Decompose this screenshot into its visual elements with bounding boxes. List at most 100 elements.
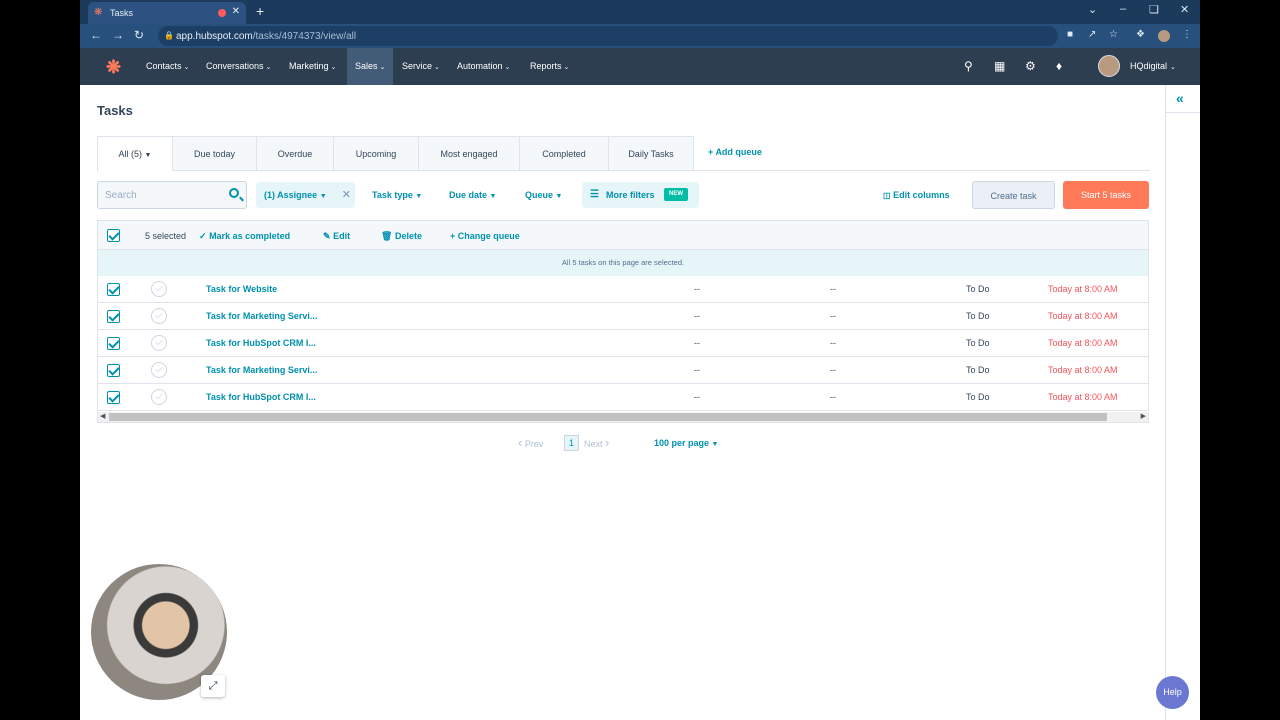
notifications-bell-icon[interactable]: ♦ bbox=[1056, 59, 1062, 73]
task-name-link[interactable]: Task for HubSpot CRM I... bbox=[206, 384, 316, 411]
settings-gear-icon[interactable]: ⚙ bbox=[1025, 59, 1036, 73]
queue-filter[interactable]: Queue ▼ bbox=[525, 181, 562, 209]
remove-filter-icon[interactable]: ✕ bbox=[342, 182, 351, 208]
add-queue-button[interactable]: + Add queue bbox=[708, 147, 762, 157]
marketplace-icon[interactable]: ▦ bbox=[994, 59, 1005, 73]
row-checkbox[interactable] bbox=[107, 391, 120, 404]
bulk-delete-button[interactable]: 🗑 Delete bbox=[381, 221, 422, 251]
menu-kebab-icon[interactable]: ⋮ bbox=[1182, 29, 1192, 40]
account-menu[interactable]: HQdigital ⌄ bbox=[1130, 48, 1176, 85]
restore-icon[interactable]: ❏ bbox=[1149, 3, 1159, 16]
cell-value: -- bbox=[830, 338, 836, 348]
close-window-icon[interactable]: ✕ bbox=[1180, 3, 1189, 16]
task-name-link[interactable]: Task for Marketing Servi... bbox=[206, 357, 317, 384]
chevron-down-icon: ⌄ bbox=[563, 64, 570, 71]
nav-conversations[interactable]: Conversations ⌄ bbox=[198, 48, 279, 85]
per-page-select[interactable]: 100 per page ▼ bbox=[654, 434, 718, 454]
edit-label: Edit bbox=[333, 231, 351, 241]
scroll-right-icon[interactable]: ▶ bbox=[1141, 412, 1146, 420]
tab-search-icon[interactable]: ⌄ bbox=[1088, 3, 1097, 16]
cell-value: -- bbox=[830, 392, 836, 402]
bookmark-star-icon[interactable]: ☆ bbox=[1109, 29, 1118, 40]
camera-icon[interactable]: ■ bbox=[1067, 29, 1073, 40]
tab-due-today[interactable]: Due today bbox=[173, 136, 257, 171]
nav-marketing[interactable]: Marketing ⌄ bbox=[281, 48, 344, 85]
forward-icon[interactable]: → bbox=[112, 28, 124, 42]
scroll-left-icon[interactable]: ◀ bbox=[100, 412, 105, 420]
complete-task-icon[interactable] bbox=[151, 281, 167, 297]
row-checkbox[interactable] bbox=[107, 283, 120, 296]
next-page-button[interactable]: Next › bbox=[584, 434, 609, 453]
task-name-link[interactable]: Task for Marketing Servi... bbox=[206, 303, 317, 330]
search-icon[interactable]: ⚲ bbox=[964, 59, 973, 73]
nav-automation[interactable]: Automation ⌄ bbox=[449, 48, 518, 85]
search-input[interactable] bbox=[98, 182, 218, 208]
hubspot-logo-icon[interactable]: ❋ bbox=[106, 57, 121, 78]
task-status: To Do bbox=[966, 284, 990, 294]
selection-note: All 5 tasks on this page are selected. bbox=[97, 250, 1149, 276]
next-label: Next bbox=[584, 439, 603, 449]
row-checkbox[interactable] bbox=[107, 364, 120, 377]
current-page[interactable]: 1 bbox=[564, 435, 579, 451]
nav-service[interactable]: Service ⌄ bbox=[394, 48, 448, 85]
columns-icon: ◫ bbox=[883, 191, 891, 200]
tab-all[interactable]: All (5) ▼ bbox=[97, 136, 173, 171]
create-task-button[interactable]: Create task bbox=[972, 181, 1055, 209]
tab-overdue[interactable]: Overdue bbox=[257, 136, 334, 171]
profile-avatar-icon[interactable] bbox=[1158, 30, 1170, 42]
horizontal-scrollbar[interactable]: ◀ ▶ bbox=[97, 412, 1149, 423]
change-queue-button[interactable]: + Change queue bbox=[450, 221, 520, 251]
prev-page-button[interactable]: ‹ Prev bbox=[518, 434, 543, 453]
task-name-link[interactable]: Task for HubSpot CRM I... bbox=[206, 330, 316, 357]
help-button[interactable]: Help bbox=[1156, 676, 1189, 709]
filter-label: Due date bbox=[449, 190, 488, 200]
select-all-checkbox[interactable] bbox=[107, 229, 120, 242]
collapse-sidebar-icon[interactable]: « bbox=[1176, 90, 1184, 106]
mark-completed-button[interactable]: ✓ Mark as completed bbox=[199, 221, 290, 251]
table-row: Task for HubSpot CRM I... -- -- To Do To… bbox=[98, 330, 1148, 357]
table-row: Task for Marketing Servi... -- -- To Do … bbox=[98, 357, 1148, 384]
nav-label: Contacts bbox=[146, 61, 182, 71]
back-icon[interactable]: ← bbox=[90, 28, 102, 42]
account-avatar[interactable] bbox=[1098, 55, 1120, 77]
cell-value: -- bbox=[830, 311, 836, 321]
new-tab-button[interactable]: + bbox=[256, 3, 264, 19]
url-field[interactable]: 🔒 app.hubspot.com/tasks/4974373/view/all bbox=[158, 26, 1058, 46]
due-date-filter[interactable]: Due date ▼ bbox=[449, 181, 496, 209]
minimize-icon[interactable]: – bbox=[1120, 3, 1126, 15]
row-checkbox[interactable] bbox=[107, 310, 120, 323]
per-page-label: 100 per page bbox=[654, 438, 710, 448]
due-date: Today at 8:00 AM bbox=[1048, 365, 1118, 375]
complete-task-icon[interactable] bbox=[151, 335, 167, 351]
share-icon[interactable]: ↗ bbox=[1088, 29, 1096, 40]
tab-most-engaged[interactable]: Most engaged bbox=[419, 136, 520, 171]
address-bar: ← → ↻ 🔒 app.hubspot.com/tasks/4974373/vi… bbox=[80, 24, 1200, 48]
nav-label: Reports bbox=[530, 61, 562, 71]
row-checkbox[interactable] bbox=[107, 337, 120, 350]
close-tab-icon[interactable]: ✕ bbox=[232, 6, 240, 17]
edit-columns-button[interactable]: ◫ Edit columns bbox=[883, 181, 950, 209]
tab-daily-tasks[interactable]: Daily Tasks bbox=[609, 136, 694, 171]
complete-task-icon[interactable] bbox=[151, 308, 167, 324]
more-filters-button[interactable]: ☰ More filters NEW bbox=[582, 182, 699, 208]
scrollbar-thumb[interactable] bbox=[109, 413, 1107, 421]
tabs-divider bbox=[693, 170, 1150, 171]
task-type-filter[interactable]: Task type ▼ bbox=[372, 181, 422, 209]
browser-tab[interactable]: ❋ Tasks ✕ bbox=[88, 2, 246, 24]
search-icon[interactable] bbox=[229, 188, 239, 198]
start-tasks-button[interactable]: Start 5 tasks bbox=[1063, 181, 1149, 209]
extensions-icon[interactable]: ❖ bbox=[1136, 29, 1145, 40]
task-name-link[interactable]: Task for Website bbox=[206, 276, 277, 303]
reload-icon[interactable]: ↻ bbox=[134, 28, 144, 42]
complete-task-icon[interactable] bbox=[151, 362, 167, 378]
delete-label: Delete bbox=[394, 231, 422, 241]
expand-icon[interactable]: ⤢ bbox=[201, 675, 225, 697]
tab-upcoming[interactable]: Upcoming bbox=[334, 136, 419, 171]
bulk-edit-button[interactable]: ✎ Edit bbox=[323, 221, 350, 251]
assignee-filter-chip[interactable]: (1) Assignee ▼ ✕ bbox=[256, 182, 355, 208]
complete-task-icon[interactable] bbox=[151, 389, 167, 405]
nav-reports[interactable]: Reports ⌄ bbox=[522, 48, 577, 85]
tab-completed[interactable]: Completed bbox=[520, 136, 609, 171]
nav-sales[interactable]: Sales ⌄ bbox=[347, 48, 394, 85]
nav-contacts[interactable]: Contacts ⌄ bbox=[138, 48, 197, 85]
